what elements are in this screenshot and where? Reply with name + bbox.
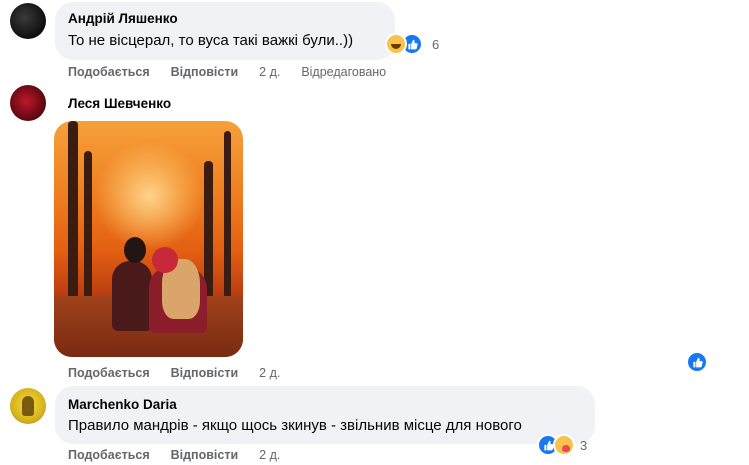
reply-link[interactable]: Відповісти xyxy=(171,65,239,79)
like-link[interactable]: Подобається xyxy=(68,366,150,380)
reaction-summary[interactable] xyxy=(385,33,423,55)
edited-label: Відредаговано xyxy=(301,65,387,79)
comment-photo[interactable] xyxy=(54,121,243,357)
like-reaction-badge[interactable] xyxy=(686,351,708,373)
reply-link[interactable]: Відповісти xyxy=(171,366,239,380)
reply-link[interactable]: Відповісти xyxy=(171,448,239,462)
like-icon xyxy=(686,351,708,373)
comment-actions: Подобається Відповісти 2 д. xyxy=(68,366,280,380)
timestamp[interactable]: 2 д. xyxy=(259,448,280,462)
comment-author[interactable]: Marchenko Daria xyxy=(68,397,177,412)
haha-icon xyxy=(385,33,407,55)
comment-text: Правило мандрів - якщо щось зкинув - зві… xyxy=(68,417,522,434)
comment-author[interactable]: Андрій Ляшенко xyxy=(68,11,178,26)
comment-bubble: Андрій Ляшенко То не вісцерал, то вуса т… xyxy=(55,2,395,60)
comment-text: То не вісцерал, то вуса такі важкі були.… xyxy=(68,32,354,49)
comment-actions: Подобається Відповісти 2 д. Відредагован… xyxy=(68,65,386,79)
timestamp[interactable]: 2 д. xyxy=(259,65,280,79)
avatar[interactable] xyxy=(10,388,46,424)
like-link[interactable]: Подобається xyxy=(68,448,150,462)
reaction-count[interactable]: 3 xyxy=(580,438,587,453)
timestamp[interactable]: 2 д. xyxy=(259,366,280,380)
comment-author[interactable]: Леся Шевченко xyxy=(68,96,171,111)
like-link[interactable]: Подобається xyxy=(68,65,150,79)
comment-bubble: Marchenko Daria Правило мандрів - якщо щ… xyxy=(55,386,595,444)
avatar[interactable] xyxy=(10,85,46,121)
care-icon xyxy=(553,434,575,456)
avatar[interactable] xyxy=(10,3,46,39)
reaction-count[interactable]: 6 xyxy=(432,37,439,52)
comment-actions: Подобається Відповісти 2 д. xyxy=(68,448,280,462)
reaction-summary[interactable] xyxy=(537,434,575,456)
